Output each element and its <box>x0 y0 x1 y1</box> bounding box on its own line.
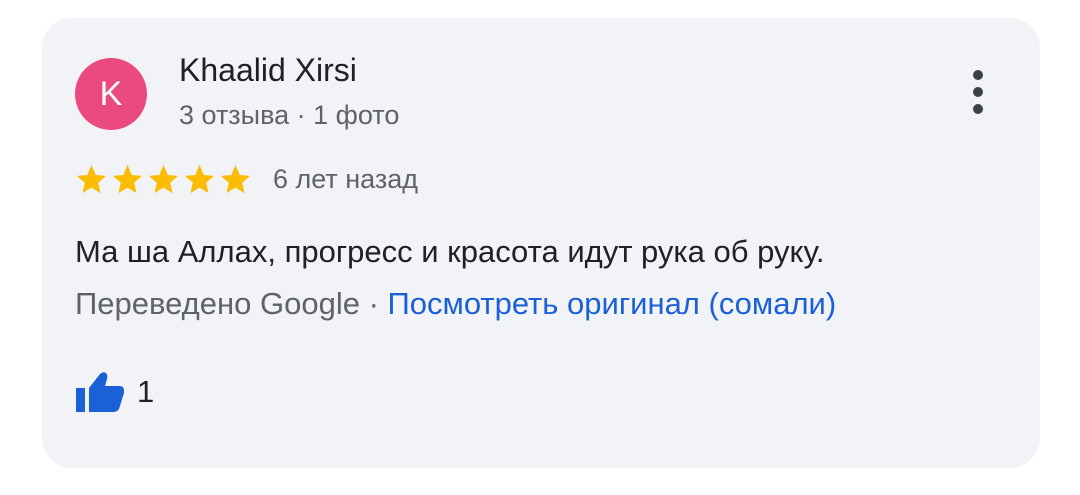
author-name[interactable]: Khaalid Xirsi <box>179 52 357 89</box>
review-time: 6 лет назад <box>273 164 419 194</box>
star-icon <box>220 164 251 194</box>
avatar[interactable]: K <box>75 58 147 130</box>
translation-line: Переведено Google · Посмотреть оригинал … <box>75 286 836 322</box>
star-icon <box>148 164 179 194</box>
translated-by-label: Переведено Google <box>75 286 360 321</box>
star-icon <box>76 164 107 194</box>
review-card: K Khaalid Xirsi 3 отзыва · 1 фото 6 лет … <box>42 18 1040 468</box>
author-meta: 3 отзыва · 1 фото <box>179 100 400 130</box>
view-original-link[interactable]: Посмотреть оригинал (сомали) <box>388 286 837 321</box>
review-text: Ма ша Аллах, прогресс и красота идут рук… <box>75 234 825 269</box>
star-rating <box>74 162 253 196</box>
more-vert-icon[interactable] <box>960 68 996 116</box>
like-count: 1 <box>137 374 155 409</box>
star-icon <box>112 164 143 194</box>
like-button[interactable]: 1 <box>75 370 154 414</box>
separator: · <box>359 286 388 321</box>
star-icon <box>184 164 215 194</box>
thumbs-up-icon[interactable] <box>75 370 125 414</box>
